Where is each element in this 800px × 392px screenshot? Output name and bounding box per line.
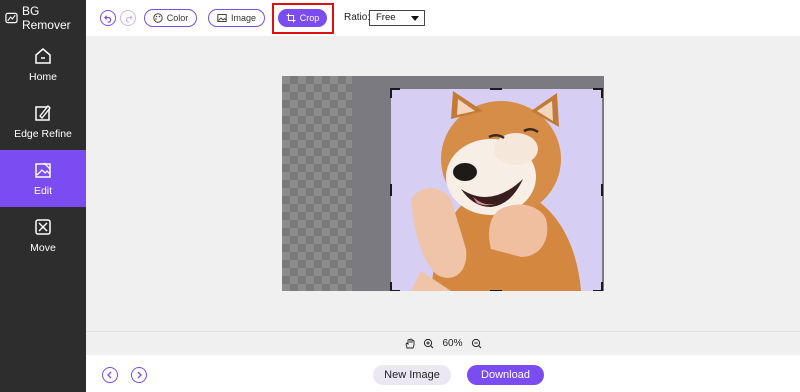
ratio-select[interactable]: Free bbox=[369, 10, 425, 26]
crop-highlight-box bbox=[272, 3, 334, 34]
ratio-select-value: Free bbox=[376, 12, 396, 23]
crop-handle-top[interactable] bbox=[490, 88, 502, 90]
image-button-label: Image bbox=[230, 13, 256, 23]
undo-icon bbox=[103, 14, 111, 23]
zoom-out-icon[interactable] bbox=[471, 338, 482, 349]
sidebar-item-label: Edge Refine bbox=[14, 127, 72, 140]
ratio-label: Ratio: bbox=[344, 12, 371, 23]
sidebar-item-label: Edit bbox=[33, 184, 53, 197]
crop-handle-right[interactable] bbox=[601, 184, 603, 196]
transparent-checkerboard bbox=[282, 76, 352, 291]
sidebar-item-edit[interactable]: Edit bbox=[0, 150, 86, 207]
zoom-level: 60% bbox=[442, 338, 463, 349]
zoom-bar: 60% bbox=[86, 331, 800, 355]
canvas-area bbox=[86, 36, 800, 331]
top-toolbar: Color Image Crop Ratio: Free bbox=[86, 0, 800, 36]
download-button[interactable]: Download bbox=[467, 365, 544, 385]
crop-frame[interactable] bbox=[390, 88, 603, 291]
undo-button[interactable] bbox=[100, 10, 116, 26]
new-image-button[interactable]: New Image bbox=[373, 365, 451, 385]
sidebar-item-label: Move bbox=[30, 241, 56, 254]
app-header: BG Remover bbox=[0, 0, 86, 36]
color-button-label: Color bbox=[166, 13, 189, 23]
sidebar-item-home[interactable]: Home bbox=[0, 36, 86, 93]
crop-handle-top-left[interactable] bbox=[390, 88, 400, 98]
bottom-bar: New Image Download bbox=[86, 355, 800, 392]
crop-handle-bottom[interactable] bbox=[490, 290, 502, 291]
crop-handle-left[interactable] bbox=[390, 184, 392, 196]
redo-button[interactable] bbox=[120, 10, 136, 26]
edit-icon bbox=[35, 162, 51, 178]
app-logo-icon bbox=[5, 12, 18, 24]
chevron-right-icon bbox=[137, 371, 142, 379]
image-button[interactable]: Image bbox=[208, 9, 265, 27]
crop-handle-top-right[interactable] bbox=[593, 88, 603, 98]
redo-icon bbox=[125, 14, 133, 23]
palette-icon bbox=[153, 13, 163, 23]
previous-button[interactable] bbox=[102, 367, 118, 383]
app-title: BG Remover bbox=[21, 4, 71, 32]
move-icon bbox=[35, 218, 51, 235]
sidebar-item-move[interactable]: Move bbox=[0, 207, 86, 264]
crop-handle-bottom-right[interactable] bbox=[593, 282, 603, 291]
dropdown-arrow-icon bbox=[411, 16, 419, 21]
edge-refine-icon bbox=[35, 104, 51, 121]
image-icon bbox=[217, 14, 227, 22]
color-button[interactable]: Color bbox=[144, 9, 197, 27]
crop-handle-bottom-left[interactable] bbox=[390, 282, 400, 291]
next-button[interactable] bbox=[131, 367, 147, 383]
sidebar-item-label: Home bbox=[28, 70, 57, 83]
sidebar-item-edge-refine[interactable]: Edge Refine bbox=[0, 93, 86, 150]
home-icon bbox=[35, 47, 51, 64]
sidebar: BG Remover Home Edge Refine Edit Move bbox=[0, 0, 86, 392]
zoom-in-icon[interactable] bbox=[423, 338, 434, 349]
hand-icon[interactable] bbox=[404, 338, 415, 349]
chevron-left-icon bbox=[107, 371, 112, 379]
image-stage bbox=[282, 76, 604, 291]
